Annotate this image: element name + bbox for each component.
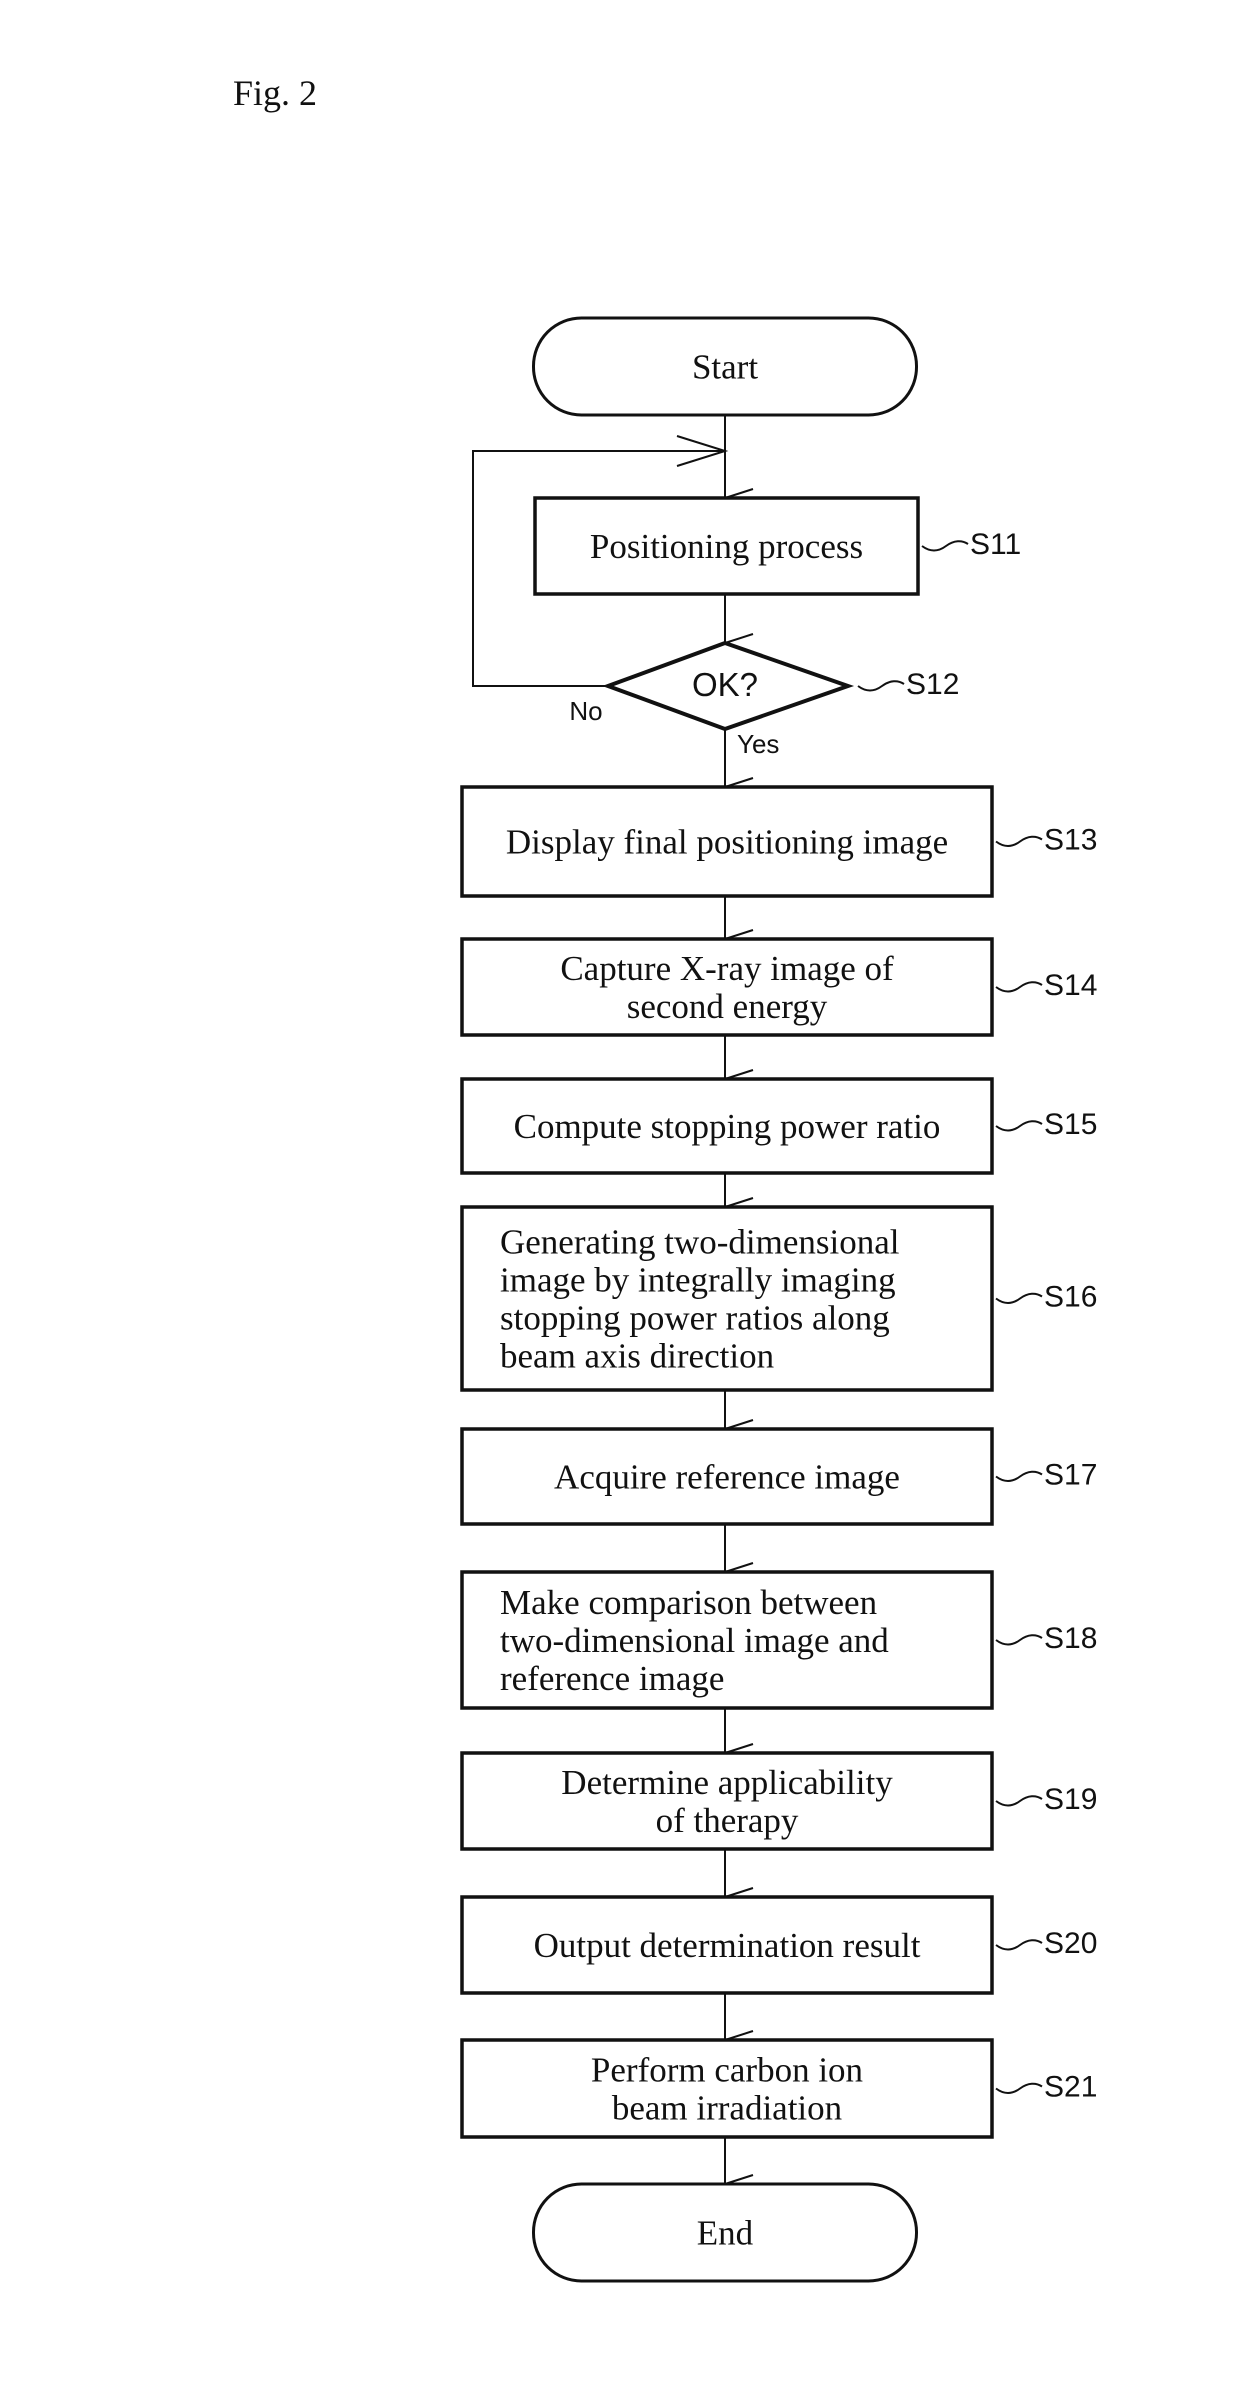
reference-leader bbox=[995, 1470, 1043, 1482]
process-text-s20-line: Output determination result bbox=[534, 1926, 921, 1965]
step-id-label: S11 bbox=[970, 528, 1021, 561]
process-text-s16-line: image by integrally imaging bbox=[500, 1261, 896, 1300]
branch-no-label: No bbox=[569, 696, 602, 726]
process-text-s17-line: Acquire reference image bbox=[554, 1458, 900, 1497]
step-id-label: S14 bbox=[1044, 969, 1097, 1002]
reference-leader bbox=[995, 1795, 1043, 1807]
reference-leader bbox=[995, 1292, 1043, 1304]
process-text-s19-line: of therapy bbox=[656, 1801, 799, 1840]
step-id-label: S13 bbox=[1044, 824, 1097, 857]
process-text-s15-line: Compute stopping power ratio bbox=[514, 1107, 941, 1146]
reference-leader bbox=[995, 981, 1043, 993]
reference-leader bbox=[995, 1939, 1043, 1951]
step-id-label: S12 bbox=[906, 668, 959, 701]
process-text-s21-line: Perform carbon ion bbox=[591, 2051, 863, 2090]
process-text-s18-line: two-dimensional image and bbox=[500, 1621, 889, 1660]
process-text-s13-line: Display final positioning image bbox=[506, 823, 948, 862]
reference-leader bbox=[995, 835, 1043, 847]
step-id-label: S15 bbox=[1044, 1108, 1097, 1141]
reference-leader bbox=[857, 680, 905, 692]
step-id-label: S18 bbox=[1044, 1622, 1097, 1655]
process-text-s18-line: reference image bbox=[500, 1659, 724, 1698]
process-text-s14-line: second energy bbox=[627, 987, 828, 1026]
branch-yes-label: Yes bbox=[737, 729, 779, 759]
step-id-label: S21 bbox=[1044, 2071, 1097, 2104]
process-text-s16-line: stopping power ratios along bbox=[500, 1299, 890, 1338]
process-text-s21-line: beam irradiation bbox=[612, 2089, 842, 2128]
reference-leader bbox=[995, 1634, 1043, 1646]
step-id-label: S20 bbox=[1044, 1927, 1097, 1960]
step-id-label: S17 bbox=[1044, 1459, 1097, 1492]
process-text-s11-line: Positioning process bbox=[590, 527, 863, 566]
reference-leader bbox=[921, 540, 969, 552]
process-text-s19-line: Determine applicability bbox=[561, 1763, 893, 1802]
step-id-label: S19 bbox=[1044, 1783, 1097, 1816]
process-text-s18-line: Make comparison between bbox=[500, 1583, 877, 1622]
step-id-label: S16 bbox=[1044, 1281, 1097, 1314]
end-label-line: End bbox=[697, 2214, 754, 2253]
process-text-s16-line: beam axis direction bbox=[500, 1337, 774, 1376]
reference-leader bbox=[995, 2082, 1043, 2094]
process-text-s16-line: Generating two-dimensional bbox=[500, 1223, 900, 1262]
reference-leader bbox=[995, 1120, 1043, 1132]
process-text-s14-line: Capture X-ray image of bbox=[560, 949, 894, 988]
start-label-line: Start bbox=[692, 348, 758, 387]
decision-label: OK? bbox=[692, 666, 758, 703]
flowchart: Start End Positioning process S11 OK? Yes No S1… bbox=[460, 316, 1097, 2283]
